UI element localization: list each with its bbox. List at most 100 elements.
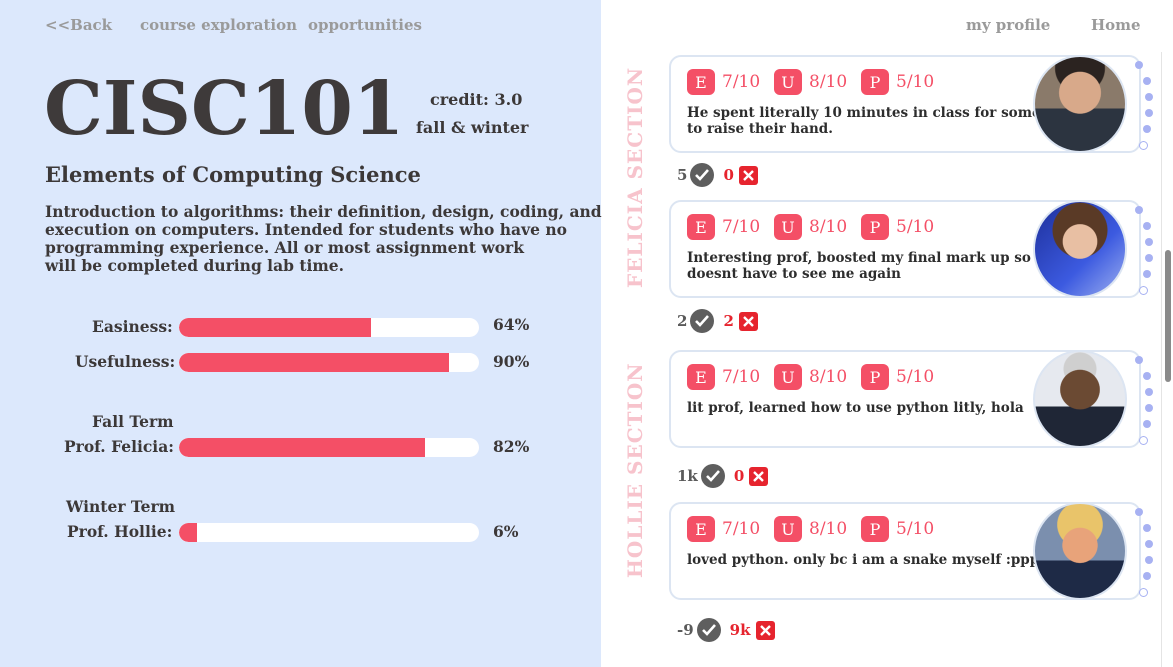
hollie-section-label: HOLLIE SECTION [623,362,647,578]
review-text: He spent literally 10 minutes in class f… [687,105,1068,137]
decorative-dots [1135,204,1153,295]
prof-felicia-percent: 82% [493,437,530,456]
decorative-dot [1143,420,1151,428]
usefulness-rating-badge: U [774,214,802,240]
usefulness-bar-fill [179,353,449,372]
course-name: Elements of Computing Science [45,162,421,187]
usefulness-rating-badge: U [774,364,802,390]
usefulness-rating-value: 8/10 [809,217,848,237]
easiness-label: Easiness: [92,317,173,336]
decorative-dot [1139,588,1148,597]
decorative-dot [1135,508,1143,516]
course-terms: fall & winter [416,118,529,137]
decorative-dot [1145,540,1153,548]
back-link[interactable]: <<Back [45,16,112,34]
easiness-rating: E 7/10 [687,214,760,240]
upvote-check-icon[interactable] [700,464,725,488]
downvote-count: 0 [733,467,745,485]
easiness-rating-value: 7/10 [722,72,761,92]
prof-felicia-label: Prof. Felicia: [64,437,174,456]
easiness-rating-value: 7/10 [722,367,761,387]
usefulness-rating-value: 8/10 [809,367,848,387]
easiness-rating: E 7/10 [687,69,760,95]
review-votes: -9 9k [677,618,775,642]
course-credit: credit: 3.0 [430,90,523,109]
review-card: E 7/10 U 8/10 P 5/10 Interesting prof, b… [669,200,1153,298]
decorative-dot [1139,141,1148,150]
decorative-dot [1145,254,1153,262]
avatar-woman-blue [1033,200,1127,298]
review-votes: 1k 0 [677,464,769,488]
easiness-rating-badge: E [687,214,715,240]
professor-rating-value: 5/10 [896,519,935,539]
easiness-rating-badge: E [687,69,715,95]
review-text: loved python. only bc i am a snake mysel… [687,552,1067,568]
decorative-dot [1143,524,1151,532]
upvote-count: -9 [677,621,694,639]
description-line: execution on computers. Intended for stu… [45,220,567,239]
professor-rating-value: 5/10 [896,72,935,92]
avatar-man-smiling [1033,350,1127,448]
usefulness-rating: U 8/10 [774,214,847,240]
prof-hollie-label: Prof. Hollie: [67,522,173,541]
professor-rating-badge: P [861,69,889,95]
easiness-bar-fill [179,318,371,337]
decorative-dot [1143,372,1151,380]
home-link[interactable]: Home [1091,16,1141,34]
decorative-dots [1135,59,1153,150]
avatar-man-blond [1033,502,1127,600]
downvote-x-icon[interactable] [755,620,775,640]
easiness-rating: E 7/10 [687,364,760,390]
easiness-rating-badge: E [687,364,715,390]
decorative-dot [1145,238,1153,246]
easiness-rating-badge: E [687,516,715,542]
downvote-count: 0 [723,166,734,184]
review-votes: 5 0 [677,163,758,187]
usefulness-rating: U 8/10 [774,69,847,95]
my-profile-link[interactable]: my profile [966,16,1050,34]
description-line: programming experience. All or most assi… [45,238,524,257]
prof-felicia-bar [179,438,479,457]
usefulness-rating: U 8/10 [774,364,847,390]
opportunities-link[interactable]: opportunities [308,16,422,34]
decorative-dots [1135,354,1153,445]
upvote-check-icon[interactable] [690,309,715,333]
decorative-dot [1139,286,1148,295]
downvote-count: 9k [729,621,751,639]
decorative-dot [1139,436,1148,445]
decorative-dot [1145,388,1153,396]
decorative-dot [1143,125,1151,133]
easiness-rating-value: 7/10 [722,519,761,539]
professor-rating-value: 5/10 [896,217,935,237]
prof-hollie-bar-fill [179,523,197,542]
professor-rating: P 5/10 [861,364,934,390]
easiness-rating: E 7/10 [687,516,760,542]
review-text-line: to raise their hand. [687,121,833,137]
usefulness-rating-value: 8/10 [809,72,848,92]
upvote-count: 1k [677,467,698,485]
upvote-count: 2 [677,312,688,330]
course-exploration-link[interactable]: course exploration [140,16,297,34]
reviews-scrollbar[interactable] [1161,52,1173,667]
downvote-count: 2 [723,312,734,330]
prof-hollie-bar [179,523,479,542]
upvote-check-icon[interactable] [696,618,721,642]
downvote-x-icon[interactable] [738,311,758,331]
course-description: Introduction to algorithms: their defini… [45,203,635,275]
upvote-check-icon[interactable] [690,163,715,187]
downvote-x-icon[interactable] [749,466,769,486]
easiness-rating-value: 7/10 [722,217,761,237]
decorative-dot [1143,572,1151,580]
review-text: lit prof, learned how to use python litl… [687,400,1067,416]
downvote-x-icon[interactable] [738,165,758,185]
review-text-line: He spent literally 10 minutes in class f… [687,105,1068,121]
scrollbar-thumb[interactable] [1165,250,1171,382]
professor-rating-value: 5/10 [896,367,935,387]
professor-rating-badge: P [861,516,889,542]
review-card: E 7/10 U 8/10 P 5/10 lit prof, learned h… [669,350,1153,448]
fall-term-label: Fall Term [92,412,174,431]
decorative-dot [1135,206,1143,214]
course-info-panel: <<Back course exploration opportunities … [0,0,602,667]
review-text-line: Interesting prof, boosted my final mark … [687,250,1054,266]
professor-rating: P 5/10 [861,69,934,95]
